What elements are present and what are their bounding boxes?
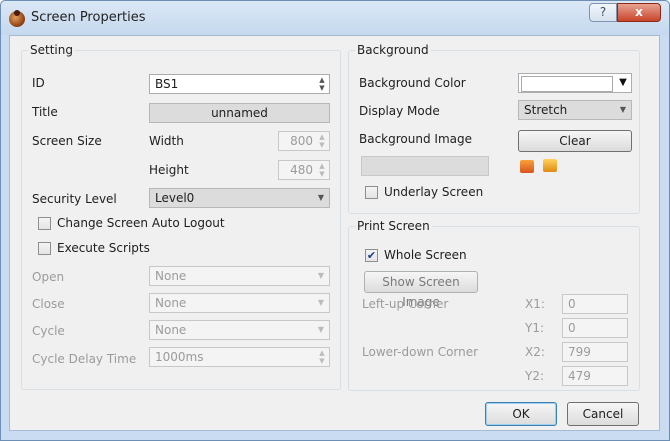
- window-title: Screen Properties: [31, 10, 146, 25]
- cycle-label: Cycle: [32, 324, 65, 338]
- cycle-select[interactable]: None ▼: [149, 320, 330, 340]
- color-swatch: [521, 76, 613, 92]
- screen-properties-dialog: Screen Properties ? x Setting ID BS1 ▲ ▼ …: [0, 0, 670, 441]
- folder-open-icon[interactable]: [543, 159, 557, 172]
- width-value: 800: [290, 134, 313, 148]
- chevron-down-icon: ▼: [619, 77, 627, 88]
- x2-label: X2:: [525, 345, 545, 359]
- y1-input[interactable]: 0: [562, 318, 628, 338]
- y2-input[interactable]: 479: [562, 366, 628, 386]
- execute-scripts-label[interactable]: Execute Scripts: [57, 241, 150, 255]
- id-spinner-icon[interactable]: ▲ ▼: [317, 76, 327, 92]
- background-image-label: Background Image: [359, 132, 472, 146]
- background-legend: Background: [355, 43, 431, 57]
- whole-screen-label[interactable]: Whole Screen: [384, 248, 467, 262]
- cycle-delay-input[interactable]: 1000ms ▲ ▼: [149, 347, 330, 367]
- open-value: None: [155, 269, 187, 283]
- display-mode-select[interactable]: Stretch ▼: [518, 100, 632, 120]
- screen-size-label: Screen Size: [32, 134, 102, 148]
- id-value: BS1: [155, 77, 179, 91]
- height-label: Height: [149, 163, 189, 177]
- dialog-client-area: Setting ID BS1 ▲ ▼ Title unnamed Screen S…: [9, 35, 660, 431]
- close-value: None: [155, 296, 187, 310]
- auto-logout-label[interactable]: Change Screen Auto Logout: [57, 216, 225, 230]
- width-spinner-icon[interactable]: ▲ ▼: [317, 133, 327, 149]
- security-level-value: Level0: [155, 191, 195, 205]
- chevron-down-icon: ▼: [619, 105, 627, 114]
- underlay-screen-checkbox[interactable]: [365, 186, 378, 199]
- print-screen-legend: Print Screen: [355, 219, 432, 233]
- title-bar[interactable]: Screen Properties ? x: [1, 1, 669, 35]
- id-label: ID: [32, 76, 45, 90]
- background-image-path[interactable]: [361, 156, 489, 176]
- chevron-down-icon: ▼: [317, 271, 325, 280]
- y2-label: Y2:: [525, 369, 545, 383]
- x1-label: X1:: [525, 297, 545, 311]
- underlay-screen-label[interactable]: Underlay Screen: [384, 185, 483, 199]
- x1-input[interactable]: 0: [562, 294, 628, 314]
- clear-button[interactable]: Clear: [518, 130, 632, 152]
- cycle-value: None: [155, 323, 187, 337]
- height-input[interactable]: 480 ▲ ▼: [278, 160, 330, 180]
- chevron-down-icon: ▼: [317, 298, 325, 307]
- y1-label: Y1:: [525, 321, 545, 335]
- width-input[interactable]: 800 ▲ ▼: [278, 131, 330, 151]
- close-button[interactable]: x: [617, 3, 661, 22]
- background-color-picker[interactable]: ▼: [518, 73, 632, 93]
- lower-down-corner-label: Lower-down Corner: [362, 345, 479, 359]
- open-select[interactable]: None ▼: [149, 266, 330, 286]
- open-label: Open: [32, 270, 65, 284]
- cycle-delay-spinner-icon[interactable]: ▲ ▼: [317, 349, 327, 365]
- security-level-label: Security Level: [32, 192, 117, 206]
- cancel-button[interactable]: Cancel: [567, 402, 639, 426]
- chevron-down-icon: ▼: [317, 193, 325, 202]
- display-mode-label: Display Mode: [359, 104, 440, 118]
- width-label: Width: [149, 134, 184, 148]
- ok-button[interactable]: OK: [485, 402, 557, 426]
- close-label: Close: [32, 297, 65, 311]
- id-input[interactable]: BS1 ▲ ▼: [149, 74, 330, 94]
- show-screen-image-button[interactable]: Show Screen Image: [364, 271, 478, 309]
- cycle-delay-value: 1000ms: [155, 350, 204, 364]
- title-field[interactable]: unnamed: [149, 103, 330, 123]
- left-up-corner-label: Left-up Corner: [362, 297, 449, 311]
- background-color-label: Background Color: [359, 76, 466, 90]
- execute-scripts-checkbox[interactable]: [38, 242, 51, 255]
- height-spinner-icon[interactable]: ▲ ▼: [317, 162, 327, 178]
- image-import-icon[interactable]: [520, 160, 534, 173]
- whole-screen-checkbox[interactable]: ✔: [365, 249, 378, 262]
- close-select[interactable]: None ▼: [149, 293, 330, 313]
- setting-legend: Setting: [28, 43, 75, 57]
- display-mode-value: Stretch: [524, 103, 568, 117]
- security-level-select[interactable]: Level0 ▼: [149, 188, 330, 208]
- auto-logout-checkbox[interactable]: [38, 217, 51, 230]
- cycle-delay-label: Cycle Delay Time: [32, 352, 137, 366]
- chevron-down-icon: ▼: [317, 325, 325, 334]
- app-icon: [9, 10, 25, 27]
- title-label: Title: [32, 105, 58, 119]
- height-value: 480: [290, 163, 313, 177]
- x2-input[interactable]: 799: [562, 342, 628, 362]
- help-button[interactable]: ?: [589, 3, 617, 22]
